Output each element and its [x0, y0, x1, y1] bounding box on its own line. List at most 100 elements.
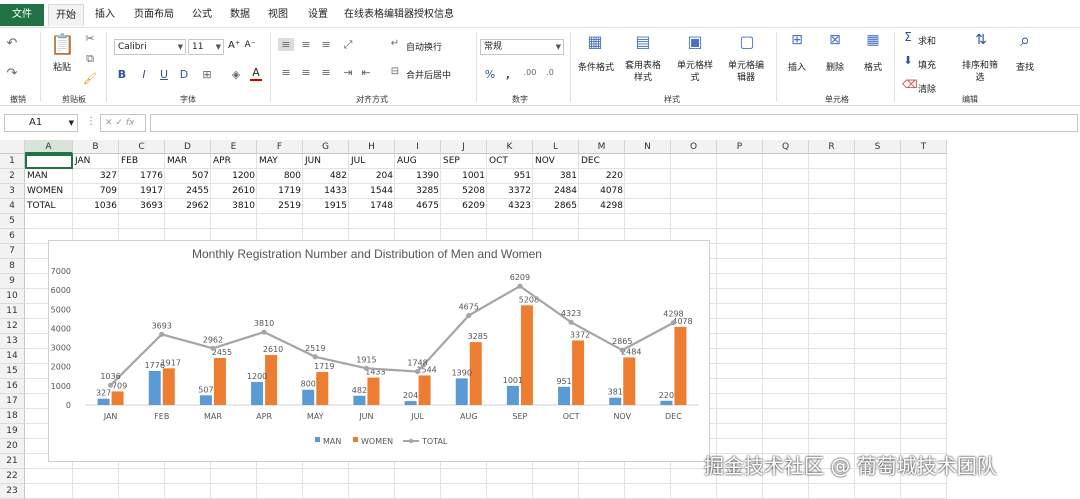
row-header[interactable]: 5 [0, 214, 25, 229]
cell[interactable]: 2610 [211, 184, 257, 199]
find-button[interactable]: 查找 [1010, 60, 1040, 73]
function-box[interactable]: ✕ ✓ fx [100, 114, 146, 132]
paste-icon[interactable]: 📋 [50, 32, 75, 56]
sort-filter-button[interactable]: 排序和筛选 [960, 60, 1000, 84]
cell[interactable]: 1544 [349, 184, 395, 199]
row-header[interactable]: 21 [0, 454, 25, 469]
select-all-corner[interactable] [0, 140, 25, 154]
row-header[interactable]: 7 [0, 244, 25, 259]
row-header[interactable]: 19 [0, 424, 25, 439]
cell[interactable]: 2455 [165, 184, 211, 199]
cell[interactable]: 2519 [257, 199, 303, 214]
format-painter-icon[interactable]: 🖌 [82, 72, 98, 85]
find-icon[interactable]: ⌕ [1014, 30, 1036, 51]
column-header[interactable]: F [257, 140, 303, 154]
tab-data[interactable]: 数据 [224, 4, 256, 26]
align-top-icon[interactable]: ≡ [278, 38, 294, 51]
indent-icon[interactable]: ⇥ [340, 66, 356, 79]
row-header[interactable]: 10 [0, 289, 25, 304]
wrap-text-icon[interactable]: ↵ [388, 38, 402, 49]
cell[interactable]: DEC [579, 154, 625, 169]
delete-cells-button[interactable]: 删除 [820, 60, 850, 73]
formula-input[interactable] [150, 114, 1078, 132]
cell[interactable]: JUN [303, 154, 349, 169]
cell[interactable]: 4298 [579, 199, 625, 214]
borders-icon[interactable]: ⊞ [198, 68, 216, 81]
decrease-decimal-icon[interactable]: .0 [542, 68, 558, 77]
column-header[interactable]: C [119, 140, 165, 154]
paste-button[interactable]: 粘贴 [48, 60, 76, 73]
tab-home[interactable]: 开始 [48, 4, 84, 26]
row-header[interactable]: 14 [0, 349, 25, 364]
row-header[interactable]: 3 [0, 184, 25, 199]
column-header[interactable]: L [533, 140, 579, 154]
double-underline-icon[interactable]: D [178, 68, 190, 81]
cell[interactable]: 4078 [579, 184, 625, 199]
font-color-icon[interactable]: A [250, 66, 262, 81]
row-header[interactable]: 23 [0, 484, 25, 499]
column-header[interactable]: H [349, 140, 395, 154]
cell[interactable]: 1719 [257, 184, 303, 199]
tab-insert[interactable]: 插入 [88, 4, 122, 26]
align-bottom-icon[interactable]: ≡ [318, 38, 334, 51]
cell[interactable]: 220 [579, 169, 625, 184]
row-header[interactable]: 11 [0, 304, 25, 319]
cell[interactable]: WOMEN [25, 184, 73, 199]
row-header[interactable]: 4 [0, 199, 25, 214]
insert-cells-icon[interactable]: ⊞ [786, 32, 808, 48]
column-header[interactable]: A [25, 140, 73, 154]
cell-style-icon[interactable]: ▣ [684, 32, 706, 51]
shrink-font-icon[interactable]: A⁻ [244, 40, 256, 50]
conditional-format-icon[interactable]: ▦ [584, 32, 606, 51]
cell[interactable]: 4675 [395, 199, 441, 214]
cell[interactable]: 1433 [303, 184, 349, 199]
row-header[interactable]: 1 [0, 154, 25, 169]
increase-decimal-icon[interactable]: .00 [522, 68, 538, 77]
cell[interactable]: 1001 [441, 169, 487, 184]
merge-icon[interactable]: ⊟ [388, 66, 402, 77]
cell[interactable]: 1915 [303, 199, 349, 214]
row-header[interactable]: 15 [0, 364, 25, 379]
number-format-select[interactable]: 常规 ▼ [480, 39, 564, 55]
cell[interactable]: 2865 [533, 199, 579, 214]
tab-formulas[interactable]: 公式 [186, 4, 218, 26]
column-header[interactable]: Q [763, 140, 809, 154]
grow-font-icon[interactable]: A⁺ [228, 40, 240, 51]
cell-style-button[interactable]: 单元格样式 [676, 60, 714, 84]
table-format-icon[interactable]: ▤ [632, 32, 654, 51]
clear-icon[interactable]: ⌫ [902, 78, 918, 91]
column-header[interactable]: B [73, 140, 119, 154]
row-header[interactable]: 12 [0, 319, 25, 334]
format-cells-button[interactable]: 格式 [858, 60, 888, 73]
file-tab[interactable]: 文件 [0, 4, 44, 26]
column-header[interactable]: I [395, 140, 441, 154]
column-header[interactable]: D [165, 140, 211, 154]
column-header[interactable]: R [809, 140, 855, 154]
cell[interactable]: AUG [395, 154, 441, 169]
delete-cells-icon[interactable]: ⊠ [824, 32, 846, 48]
cell[interactable]: 3372 [487, 184, 533, 199]
outdent-icon[interactable]: ⇤ [358, 66, 374, 79]
tab-page-layout[interactable]: 页面布局 [128, 4, 180, 26]
column-header[interactable]: G [303, 140, 349, 154]
row-header[interactable]: 6 [0, 229, 25, 244]
align-center-icon[interactable]: ≡ [298, 66, 314, 79]
row-header[interactable]: 20 [0, 439, 25, 454]
align-middle-icon[interactable]: ≡ [298, 38, 314, 51]
row-header[interactable]: 17 [0, 394, 25, 409]
table-format-button[interactable]: 套用表格样式 [624, 60, 662, 84]
tab-settings[interactable]: 设置 [300, 4, 336, 26]
row-header[interactable]: 9 [0, 274, 25, 289]
align-right-icon[interactable]: ≡ [318, 66, 334, 79]
bold-icon[interactable]: B [116, 68, 128, 81]
conditional-format-button[interactable]: 条件格式 [574, 60, 618, 73]
wrap-text-button[interactable]: 自动换行 [406, 40, 450, 53]
cell[interactable]: 2962 [165, 199, 211, 214]
tab-license-info[interactable]: 在线表格编辑器授权信息 [342, 4, 456, 26]
cell[interactable]: JAN [73, 154, 119, 169]
column-header[interactable]: M [579, 140, 625, 154]
cell[interactable]: NOV [533, 154, 579, 169]
cell[interactable]: 951 [487, 169, 533, 184]
row-header[interactable]: 16 [0, 379, 25, 394]
insert-cells-button[interactable]: 插入 [782, 60, 812, 73]
